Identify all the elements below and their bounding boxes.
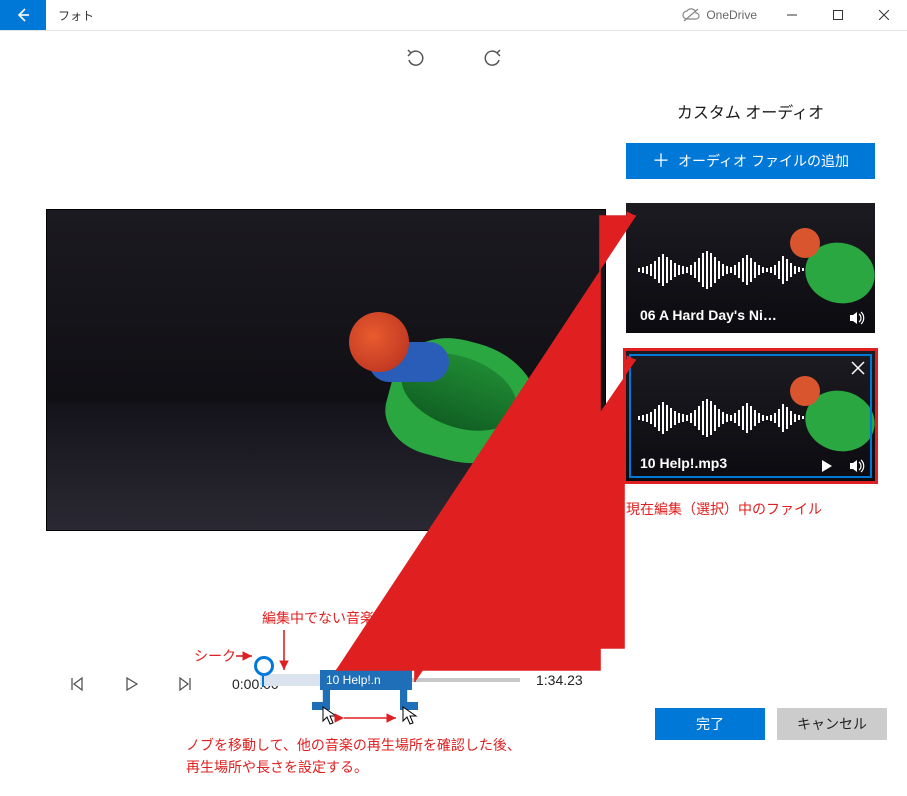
audio-clip[interactable]: 10 Help!.n bbox=[320, 670, 412, 690]
audio-title: 10 Help!.mp3 bbox=[640, 455, 727, 471]
speaker-icon[interactable] bbox=[847, 309, 865, 327]
play-button[interactable] bbox=[114, 667, 148, 701]
step-back-icon bbox=[70, 677, 84, 691]
history-toolbar bbox=[0, 35, 907, 79]
cloud-off-icon bbox=[682, 8, 700, 22]
cancel-button[interactable]: キャンセル bbox=[777, 708, 887, 740]
onedrive-label: OneDrive bbox=[706, 8, 757, 22]
waveform-icon bbox=[636, 250, 805, 290]
cursor-icon bbox=[402, 706, 418, 726]
annotation-other-playhead: 編集中でない音楽の再生場所 bbox=[262, 608, 444, 629]
minimize-button[interactable] bbox=[769, 0, 815, 30]
audio-item-0[interactable]: 06 A Hard Day's Ni… bbox=[626, 203, 875, 333]
back-button[interactable] bbox=[0, 0, 46, 30]
undo-icon bbox=[405, 46, 427, 68]
redo-button[interactable] bbox=[474, 39, 510, 75]
title-bar: フォト OneDrive bbox=[0, 0, 907, 31]
annotation-selected-file: 現在編集（選択）中のファイル bbox=[626, 499, 875, 520]
waveform-icon bbox=[636, 398, 805, 438]
step-back-button[interactable] bbox=[60, 667, 94, 701]
annotation-seek: シーク bbox=[194, 646, 236, 667]
play-icon[interactable] bbox=[819, 459, 833, 473]
add-audio-button[interactable]: ＋ オーディオ ファイルの追加 bbox=[626, 143, 875, 179]
close-icon bbox=[851, 361, 865, 375]
dialog-buttons: 完了 キャンセル bbox=[655, 708, 887, 740]
speaker-icon[interactable] bbox=[847, 457, 865, 475]
app-title: フォト bbox=[46, 7, 94, 24]
audio-title: 06 A Hard Day's Ni… bbox=[640, 307, 777, 323]
panel-heading: カスタム オーディオ bbox=[626, 99, 875, 123]
arrow-left-icon bbox=[15, 7, 31, 23]
side-panel: カスタム オーディオ ＋ オーディオ ファイルの追加 06 A Hard Day… bbox=[606, 79, 891, 531]
audio-item-1[interactable]: 10 Help!.mp3 bbox=[626, 351, 875, 481]
undo-button[interactable] bbox=[398, 39, 434, 75]
seek-playhead[interactable] bbox=[254, 656, 274, 676]
maximize-button[interactable] bbox=[815, 0, 861, 30]
total-time: 1:34.23 bbox=[536, 672, 583, 688]
annotation-knob-help-1: ノブを移動して、他の音楽の再生場所を確認した後、 bbox=[186, 735, 521, 756]
timeline[interactable]: 10 Help!.n bbox=[260, 678, 520, 682]
play-icon bbox=[124, 677, 138, 691]
add-audio-label: オーディオ ファイルの追加 bbox=[678, 151, 849, 171]
main-area: カスタム オーディオ ＋ オーディオ ファイルの追加 06 A Hard Day… bbox=[0, 79, 907, 531]
done-button[interactable]: 完了 bbox=[655, 708, 765, 740]
step-forward-button[interactable] bbox=[168, 667, 202, 701]
annotation-knob-help-2: 再生場所や長さを設定する。 bbox=[186, 757, 368, 778]
cursor-icon bbox=[322, 706, 338, 726]
onedrive-status[interactable]: OneDrive bbox=[682, 8, 769, 22]
close-window-button[interactable] bbox=[861, 0, 907, 30]
step-forward-icon bbox=[178, 677, 192, 691]
preview-content bbox=[359, 322, 579, 502]
redo-icon bbox=[481, 46, 503, 68]
video-preview[interactable] bbox=[46, 209, 606, 531]
remove-audio-button[interactable] bbox=[851, 361, 865, 378]
